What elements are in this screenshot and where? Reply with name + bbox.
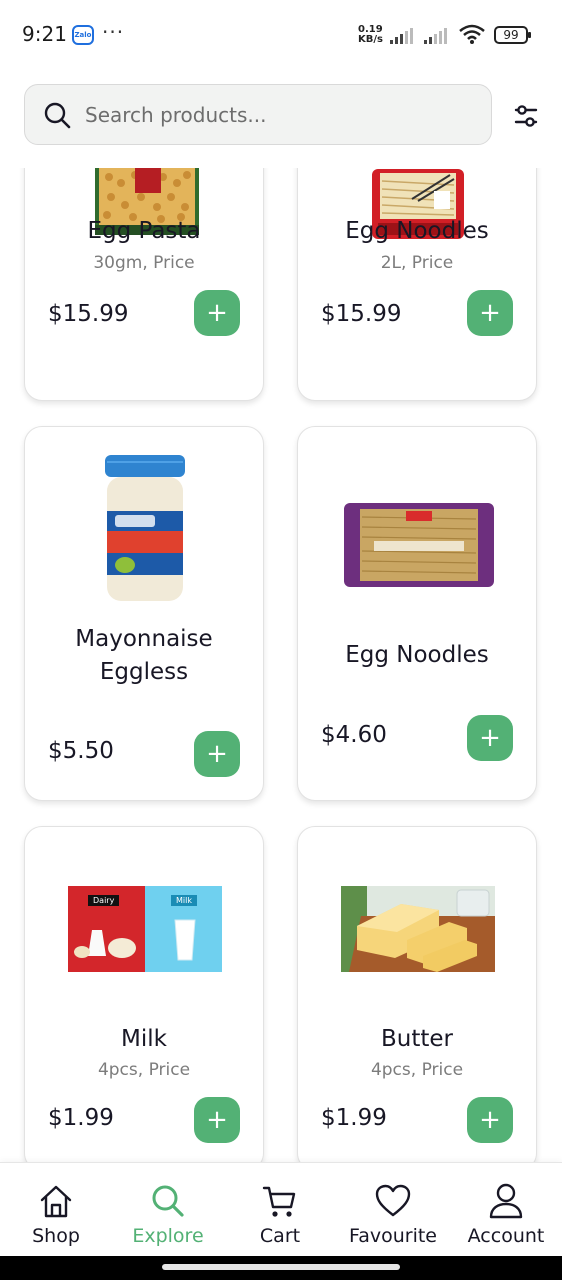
network-speed-unit: KB/s	[358, 34, 383, 45]
search-bar[interactable]	[24, 84, 492, 145]
milk-panel: Milk	[145, 886, 222, 972]
wifi-icon	[459, 24, 485, 44]
user-icon	[489, 1183, 523, 1219]
nav-item-explore[interactable]: Explore	[112, 1163, 224, 1257]
milk-tag: Milk	[171, 895, 197, 906]
add-to-cart-button[interactable]: +	[467, 715, 513, 761]
mayonnaise-jar-image	[105, 455, 185, 601]
product-name: Mayonnaise Eggless	[75, 626, 213, 685]
butter-image	[341, 886, 495, 972]
product-grid: Egg Pasta 30gm, Price $15.99 + Egg Noodl…	[0, 168, 562, 1162]
nav-label: Shop	[32, 1225, 80, 1247]
more-notifications-icon: ···	[102, 20, 125, 44]
product-name: Egg Noodles	[345, 642, 489, 668]
status-time: 9:21	[22, 22, 67, 46]
search-icon	[44, 102, 71, 129]
egg-noodles-pack-image	[344, 503, 494, 587]
nav-label: Explore	[132, 1225, 204, 1247]
home-icon	[40, 1185, 72, 1218]
nav-label: Favourite	[349, 1225, 437, 1247]
nav-label: Cart	[259, 1225, 301, 1247]
add-to-cart-button[interactable]: +	[194, 731, 240, 777]
status-bar: 9:21 Zalo ··· 0.19 KB/s 99	[0, 0, 562, 70]
product-card-mayonnaise[interactable]: Mayonnaise Eggless $5.50 +	[24, 426, 264, 801]
home-gesture-handle[interactable]	[162, 1264, 400, 1270]
product-detail: 4pcs, Price	[370, 1060, 464, 1080]
product-name: Egg Pasta	[87, 218, 201, 244]
nav-label: Account	[467, 1225, 545, 1247]
product-detail: 30gm, Price	[93, 253, 195, 273]
milk-glass-icon	[174, 919, 196, 961]
add-to-cart-button[interactable]: +	[194, 1097, 240, 1143]
signal-icon-2	[424, 28, 447, 44]
bottom-navigation: Shop Explore Cart Favourite Account	[0, 1162, 562, 1256]
system-gesture-bar	[0, 1256, 562, 1280]
add-to-cart-button[interactable]: +	[467, 1097, 513, 1143]
heart-icon	[375, 1184, 411, 1217]
product-card-egg-noodles[interactable]: Egg Noodles 2L, Price $15.99 +	[297, 168, 537, 401]
product-card-butter[interactable]: Butter 4pcs, Price $1.99 +	[297, 826, 537, 1162]
product-price: $5.50	[48, 738, 114, 764]
product-name: Egg Noodles	[345, 218, 489, 244]
product-price: $15.99	[48, 301, 129, 327]
zalo-app-icon: Zalo	[72, 25, 94, 45]
product-detail: 4pcs, Price	[97, 1060, 191, 1080]
add-to-cart-button[interactable]: +	[194, 290, 240, 336]
filter-icon[interactable]	[510, 100, 542, 132]
product-detail: 2L, Price	[380, 253, 454, 273]
product-card-egg-pasta[interactable]: Egg Pasta 30gm, Price $15.99 +	[24, 168, 264, 401]
dairy-tag: Dairy	[88, 895, 120, 906]
battery-icon: 99	[494, 26, 531, 44]
nav-item-favourite[interactable]: Favourite	[337, 1163, 449, 1257]
network-speed: 0.19 KB/s	[358, 25, 383, 45]
milk-image: Dairy Milk	[68, 886, 222, 972]
nav-item-shop[interactable]: Shop	[0, 1163, 112, 1257]
cart-icon	[262, 1186, 296, 1217]
product-price: $1.99	[321, 1105, 387, 1131]
dairy-products-icon	[74, 930, 136, 958]
product-price: $1.99	[48, 1105, 114, 1131]
search-icon	[152, 1185, 184, 1217]
signal-icon	[390, 28, 413, 44]
nav-item-account[interactable]: Account	[450, 1163, 562, 1257]
search-input[interactable]	[85, 93, 475, 137]
product-price: $15.99	[321, 301, 402, 327]
add-to-cart-button[interactable]: +	[467, 290, 513, 336]
dairy-panel: Dairy	[68, 886, 145, 972]
product-card-milk[interactable]: Dairy Milk Milk 4pcs, Price $1.99 +	[24, 826, 264, 1162]
product-price: $4.60	[321, 722, 387, 748]
nav-item-cart[interactable]: Cart	[224, 1163, 336, 1257]
product-card-egg-noodles-pack[interactable]: Egg Noodles $4.60 +	[297, 426, 537, 801]
product-name: Butter	[381, 1026, 453, 1052]
product-name: Milk	[121, 1026, 167, 1052]
